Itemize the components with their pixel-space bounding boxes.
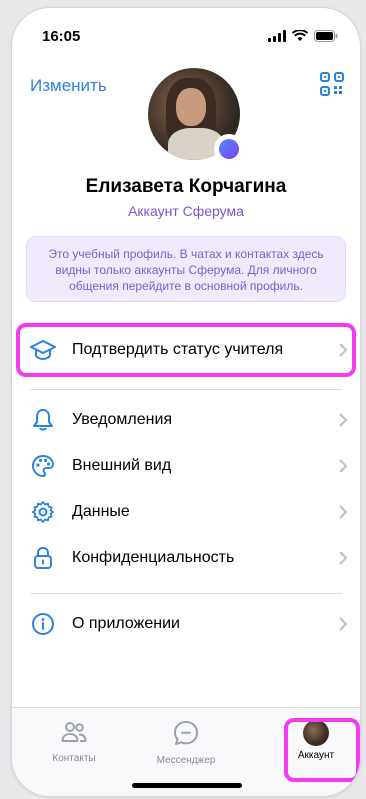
status-bar: 16:05 (12, 8, 360, 58)
chevron-right-icon (339, 551, 348, 565)
edit-button[interactable]: Изменить (30, 76, 107, 96)
data-label: Данные (72, 503, 130, 520)
wifi-icon (292, 30, 308, 41)
bell-icon (30, 407, 56, 433)
chevron-right-icon (339, 413, 348, 427)
chevron-right-icon (339, 617, 348, 631)
gear-icon (30, 499, 56, 525)
study-profile-notice: Это учебный профиль. В чатах и контактах… (26, 236, 346, 302)
phone-screen: 16:05 Изменить Елизавета Корчагина Аккау… (12, 8, 360, 796)
chevron-right-icon (339, 505, 348, 519)
qr-code-icon[interactable] (320, 72, 344, 96)
status-time: 16:05 (42, 28, 81, 45)
tab-messenger[interactable]: Мессенджер (136, 720, 236, 766)
palette-icon (30, 453, 56, 479)
about-row[interactable]: О приложении (12, 601, 360, 647)
divider (30, 389, 342, 390)
home-indicator (132, 783, 242, 788)
data-row[interactable]: Данные (12, 489, 360, 535)
verify-teacher-highlight (16, 323, 356, 377)
battery-icon (314, 30, 338, 42)
account-tab-highlight (284, 718, 360, 782)
divider (30, 593, 342, 594)
account-type-label[interactable]: Аккаунт Сферума (12, 203, 360, 219)
chevron-right-icon (339, 459, 348, 473)
tab-contacts[interactable]: Контакты (24, 720, 124, 764)
sferum-badge-icon (214, 134, 244, 164)
privacy-row[interactable]: Конфиденциальность (12, 535, 360, 581)
tab-messenger-label: Мессенджер (156, 755, 216, 766)
lock-icon (30, 545, 56, 571)
profile-avatar[interactable] (148, 68, 244, 164)
status-icons (268, 30, 338, 42)
messenger-icon (174, 721, 198, 745)
notifications-row[interactable]: Уведомления (12, 397, 360, 443)
appearance-label: Внешний вид (72, 457, 172, 474)
tab-contacts-label: Контакты (52, 753, 96, 764)
appearance-row[interactable]: Внешний вид (12, 443, 360, 489)
profile-name: Елизавета Корчагина (85, 176, 287, 197)
signal-icon (268, 30, 286, 42)
contacts-icon (61, 722, 87, 742)
notifications-label: Уведомления (72, 411, 173, 428)
privacy-label: Конфиденциальность (72, 549, 235, 566)
info-icon (30, 611, 56, 637)
about-label: О приложении (72, 615, 180, 632)
